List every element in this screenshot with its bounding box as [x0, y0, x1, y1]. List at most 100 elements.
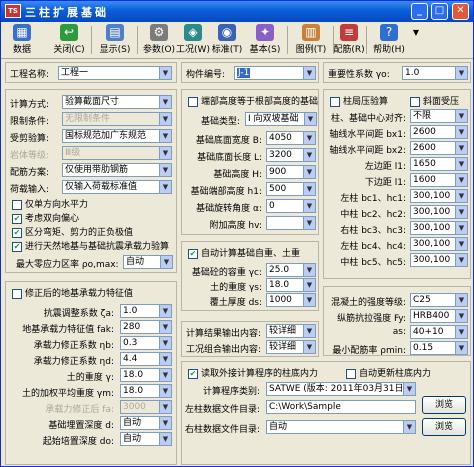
browse-left-button[interactable]: 浏览: [422, 396, 466, 414]
extra-height-select[interactable]: ▼: [266, 216, 316, 230]
check-icon: ✔: [188, 248, 198, 259]
foundation-type-select[interactable]: Ⅰ 向双坡基础 ▼: [245, 112, 317, 126]
title-bar[interactable]: TS 三柱扩展基础 _ □ ✕: [1, 1, 473, 22]
chevron-down-icon: ▼: [303, 166, 315, 178]
chevron-down-icon: ▼: [159, 353, 171, 365]
chevron-down-icon: ▼: [303, 67, 315, 79]
program-type-select[interactable]: SATWE (版本: 2011年03月31日) ▼: [266, 382, 416, 396]
checkbox-column-bearing[interactable]: 柱局压验算: [330, 94, 388, 107]
output-content-select[interactable]: 较详细 ▼: [266, 324, 316, 338]
member-number-panel: 构件编号: J-1 ▼: [181, 62, 319, 83]
avg-soil-weight-select[interactable]: 18.0 ▼: [120, 384, 172, 398]
project-name-panel: 工程名称: 工程一 ▼: [5, 62, 177, 83]
rebar-icon: ≡: [340, 24, 358, 41]
toolbar-save-button[interactable]: ▦ 数据: [5, 24, 39, 57]
length-l-select[interactable]: 3200 ▼: [266, 148, 316, 162]
start-depth-select[interactable]: 自动 ▼: [120, 432, 172, 446]
embed-depth-select[interactable]: 自动 ▼: [120, 416, 172, 430]
width-b-select[interactable]: 4050 ▼: [266, 131, 316, 145]
checkbox-biaxial-eccentricity[interactable]: ✔ 考虑双向偏心: [12, 211, 79, 224]
chevron-down-icon: ▼: [455, 190, 467, 202]
chevron-down-icon: ▼: [455, 294, 467, 306]
rebar-method-select[interactable]: 仅使用带肋钢筋 ▼: [62, 163, 172, 177]
height-h-select[interactable]: 900 ▼: [266, 165, 316, 179]
chevron-down-icon: ▼: [159, 305, 171, 317]
eta-d-select[interactable]: 4.4 ▼: [120, 352, 172, 366]
toolbar: ▦ 数据 ↩ 关闭(C) ▤ 显示(S) ⚙ 参数(O) ◈ 工况(W) ◉ 标准(T) ✦…: [1, 22, 473, 59]
checkbox-corrected-capacity[interactable]: 修正后的地基承载力特征值: [12, 286, 133, 299]
toolbar-display-button[interactable]: ▤ 显示(S): [95, 24, 135, 57]
chevron-down-icon: ▼: [403, 383, 415, 395]
center-align-select[interactable]: 不限 ▼: [410, 109, 468, 123]
checkbox-box: [188, 96, 198, 107]
window-title: 三柱扩展基础: [25, 6, 109, 19]
save-icon: ▦: [13, 24, 31, 41]
col5-size-select[interactable]: 300,100 ▼: [410, 253, 468, 267]
checkbox-bevel-compression[interactable]: 斜面受压: [410, 94, 459, 107]
min-ratio-select[interactable]: 0.15 ▼: [410, 341, 468, 355]
bx2-select[interactable]: 2600 ▼: [410, 141, 468, 155]
col3-size-select[interactable]: 300,100 ▼: [410, 221, 468, 235]
minimize-button[interactable]: _: [411, 3, 428, 20]
close-icon: ↩: [60, 24, 78, 41]
chevron-down-icon: ▼: [303, 325, 315, 337]
basic-icon: ✦: [256, 24, 274, 41]
chevron-down-icon: ▼: [159, 385, 171, 397]
calc-method-select[interactable]: 验算截面尺寸 ▼: [62, 95, 172, 109]
eta-b-select[interactable]: 0.3 ▼: [120, 336, 172, 350]
chevron-down-icon: ▼: [455, 110, 467, 122]
project-name-input[interactable]: 工程一 ▼: [58, 66, 172, 80]
toolbar-separator: [366, 26, 367, 54]
col2-size-select[interactable]: 300,100 ▼: [410, 205, 468, 219]
col1-size-select[interactable]: 300,100 ▼: [410, 189, 468, 203]
soil-weight-select[interactable]: 18.0 ▼: [120, 368, 172, 382]
browse-right-button[interactable]: 浏览: [422, 418, 466, 436]
toolbar-close-button[interactable]: ↩ 关闭(C): [49, 24, 89, 57]
chevron-down-icon: ▼: [303, 149, 315, 161]
close-window-button[interactable]: ✕: [452, 3, 469, 20]
rotation-angle-select[interactable]: 0 ▼: [266, 199, 316, 213]
bottom-margin-select[interactable]: 1600 ▼: [410, 173, 468, 187]
left-file-path-input[interactable]: C:\Work\Sample: [266, 400, 416, 414]
toolbar-help-button[interactable]: ? 帮助(H): [369, 24, 409, 57]
rebar-grade-select[interactable]: HRB400 ▼: [410, 309, 468, 323]
member-number-select[interactable]: J-1 ▼: [234, 66, 316, 80]
loadcase-output-select[interactable]: 较详细 ▼: [266, 340, 316, 354]
concrete-grade-select[interactable]: C25 ▼: [410, 293, 468, 307]
fak-select[interactable]: 280 ▼: [120, 320, 172, 334]
foundation-capacity-panel: 修正后的地基承载力特征值 抗震调整系数 ζa: 1.0 ▼ 地基承载力特征值 fa…: [5, 281, 177, 465]
checkbox-auto-update[interactable]: 自动更新柱底内力: [346, 366, 431, 379]
shear-check-select[interactable]: 国标规范加广东规范 ▼: [62, 129, 172, 143]
checkbox-box: [410, 96, 420, 107]
toolbar-overflow-button[interactable]: ▼: [407, 24, 419, 57]
checkbox-box: [346, 368, 356, 379]
checkbox-read-external[interactable]: ✔ 读取外接计算程序的柱底内力: [188, 366, 318, 379]
cover-as-select[interactable]: 40+10 ▼: [410, 325, 468, 339]
display-icon: ▤: [106, 24, 124, 41]
seismic-adjust-factor-select[interactable]: 1.0 ▼: [120, 304, 172, 318]
legend-icon: ▥: [302, 24, 320, 41]
maximize-button[interactable]: □: [431, 3, 448, 20]
zero-stress-ratio-select[interactable]: 自动 ▼: [123, 255, 173, 269]
chevron-down-icon: ▼: [455, 67, 467, 79]
left-margin-select[interactable]: 1650 ▼: [410, 157, 468, 171]
toolbar-legend-button[interactable]: ▥ 图例(T): [291, 24, 331, 57]
toolbar-standard-button[interactable]: ◉ 标准(T): [207, 24, 247, 57]
checkbox-auto-weight[interactable]: ✔ 自动计算基础自重、土重: [188, 246, 300, 259]
load-input-select[interactable]: 仅输入荷载标准值 ▼: [62, 180, 172, 194]
checkbox-box: [12, 199, 22, 210]
right-file-path-input[interactable]: 自动 ▼: [266, 420, 416, 434]
cover-thickness-select[interactable]: 1000 ▼: [266, 293, 316, 307]
checkbox-single-direction[interactable]: 仅单方向水平力: [12, 197, 88, 210]
concrete-weight-select[interactable]: 25.0 ▼: [266, 263, 316, 277]
checkbox-seismic-check[interactable]: ✔ 进行天然地基与基础抗震承载力验算: [12, 239, 169, 252]
checkbox-distinguish-extremes[interactable]: ✔ 区分弯矩、剪力的正负极值: [12, 225, 133, 238]
checkbox-equal-end-height[interactable]: 端部高度等于根部高度的基础: [188, 94, 318, 107]
soil-weight-s-select[interactable]: 18.0 ▼: [266, 278, 316, 292]
importance-factor-select[interactable]: 1.0 ▼: [402, 66, 468, 80]
col4-size-select[interactable]: 300,100 ▼: [410, 237, 468, 251]
bx1-select[interactable]: 2600 ▼: [410, 125, 468, 139]
toolbar-rebar-button[interactable]: ≡ 配筋(R): [327, 24, 371, 57]
toolbar-basic-button[interactable]: ✦ 基本(S): [245, 24, 285, 57]
end-height-select[interactable]: 500 ▼: [266, 182, 316, 196]
